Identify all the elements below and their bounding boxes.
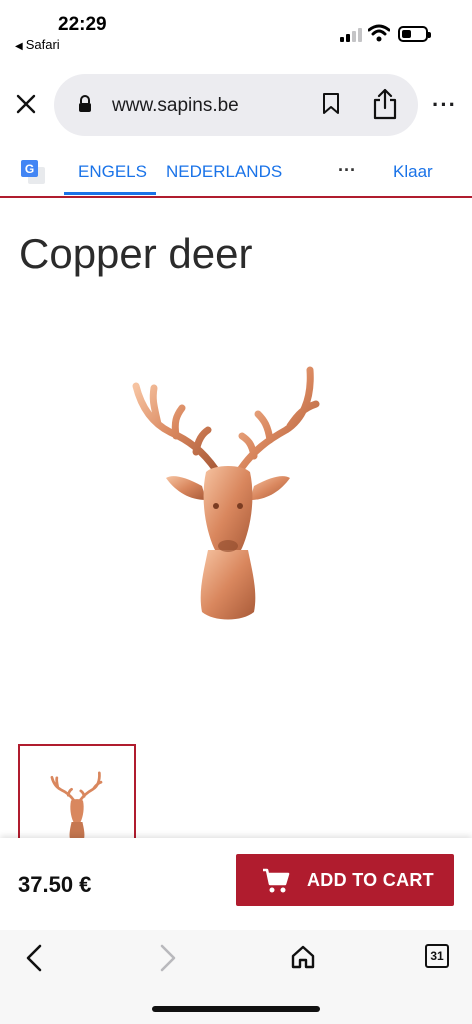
translate-more-icon[interactable]: ···	[338, 160, 356, 181]
share-icon[interactable]	[372, 88, 398, 120]
url-text: www.sapins.be	[112, 95, 239, 116]
product-thumbnail[interactable]	[18, 744, 136, 844]
home-icon[interactable]	[290, 944, 316, 970]
close-icon[interactable]	[14, 92, 38, 116]
signal-icon	[340, 28, 362, 42]
browser-toolbar: 31	[0, 930, 472, 1024]
status-bar: 22:29 ◀ Safari	[0, 0, 472, 60]
tab-engels[interactable]: ENGELS	[78, 162, 147, 182]
wifi-icon	[368, 24, 390, 42]
bookmark-icon[interactable]	[322, 92, 340, 116]
tabs-icon[interactable]: 31	[425, 944, 449, 968]
add-to-cart-button[interactable]: ADD TO CART	[236, 854, 454, 906]
back-triangle-icon: ◀	[15, 41, 23, 52]
lock-icon	[79, 95, 91, 112]
product-image[interactable]	[118, 360, 338, 630]
status-time: 22:29	[58, 14, 107, 35]
add-to-cart-label: ADD TO CART	[307, 870, 434, 890]
tab-nederlands[interactable]: NEDERLANDS	[166, 162, 282, 182]
done-button[interactable]: Klaar	[393, 162, 433, 182]
svg-text:G: G	[25, 162, 34, 176]
translate-bar: G ENGELS NEDERLANDS ··· Klaar	[0, 150, 472, 198]
tab-count: 31	[430, 949, 444, 963]
battery-icon	[398, 26, 431, 42]
browser-address-bar: www.sapins.be ···	[0, 70, 472, 140]
product-price: 37.50 €	[18, 872, 92, 897]
cart-icon	[263, 868, 290, 893]
home-indicator[interactable]	[152, 1006, 320, 1012]
forward-icon[interactable]	[156, 944, 180, 972]
page-title: Copper deer	[19, 230, 253, 277]
back-to-app-link[interactable]: ◀ Safari	[15, 37, 60, 52]
thumbnail-deer-image	[50, 771, 103, 841]
back-app-label: Safari	[25, 37, 60, 52]
google-translate-icon: G	[21, 160, 45, 184]
cart-bar: 37.50 € ADD TO CART	[0, 838, 472, 930]
more-icon[interactable]: ···	[432, 92, 457, 118]
back-icon[interactable]	[22, 944, 46, 972]
active-tab-underline	[64, 192, 156, 195]
url-field[interactable]: www.sapins.be	[54, 74, 418, 136]
